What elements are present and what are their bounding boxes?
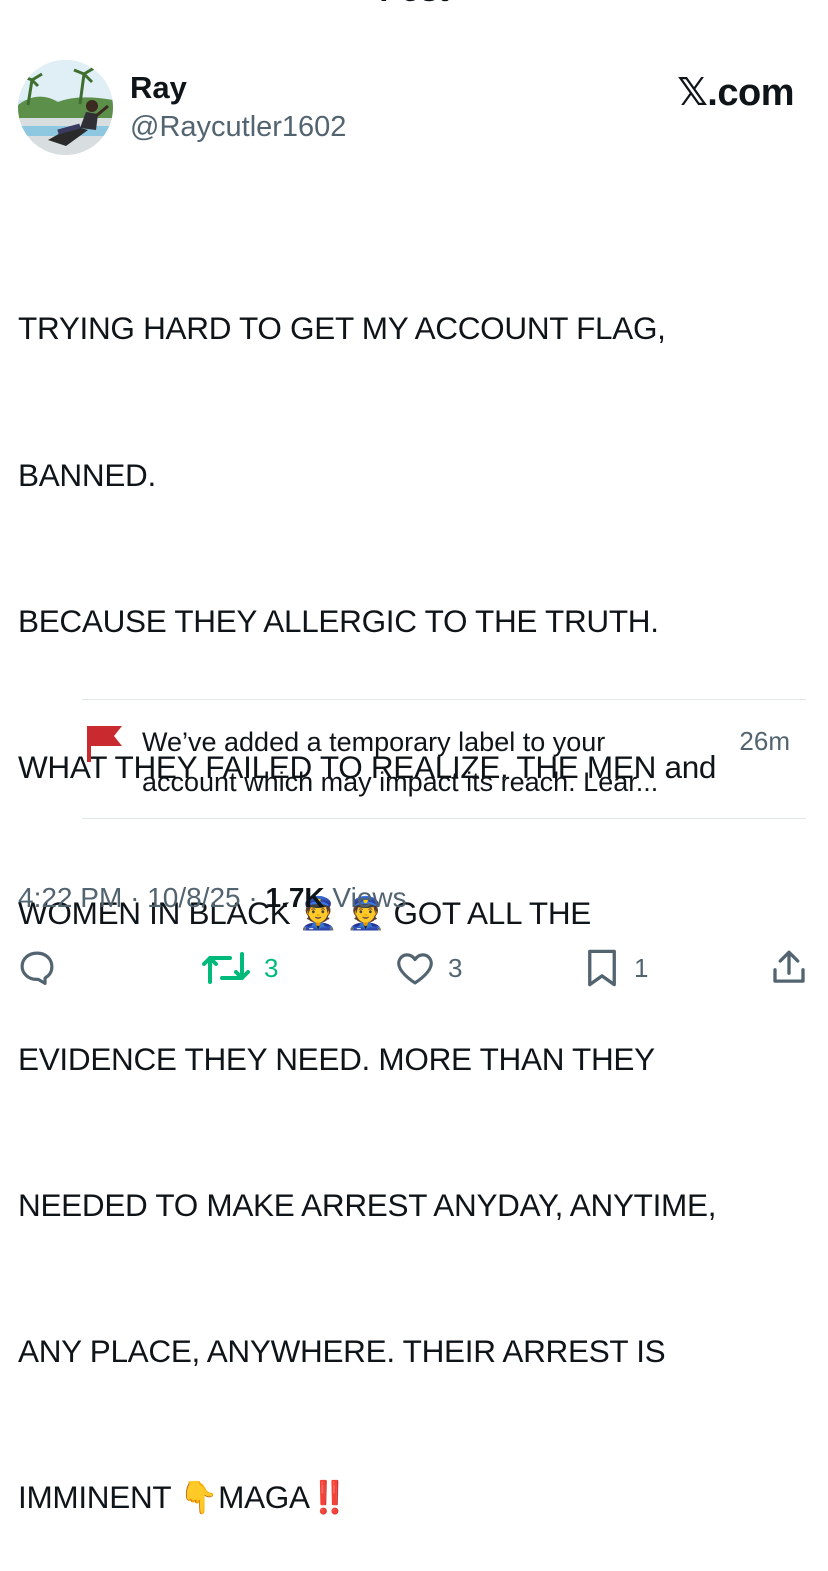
views-label: Views — [332, 882, 407, 913]
post-line: TRYING HARD TO GET MY ACCOUNT FLAG, — [18, 310, 666, 347]
post-meta: 4:22 PM · 10/8/25 · 1.7K Views — [18, 878, 407, 918]
meta-separator: · — [130, 882, 148, 913]
top-bar: Post — [0, 0, 828, 8]
reply-icon — [20, 951, 54, 985]
post-date: 10/8/25 — [147, 882, 241, 913]
account-label-notice[interactable]: We’ve added a temporary label to your ac… — [82, 716, 806, 806]
post-line: BANNED. — [18, 456, 156, 493]
action-bar: 3 3 1 — [0, 944, 828, 994]
like-count: 3 — [448, 952, 463, 983]
post-line: BECAUSE THEY ALLERGIC TO THE TRUTH. — [18, 602, 659, 639]
reply-button[interactable] — [16, 944, 58, 992]
flag-icon — [87, 726, 122, 762]
like-button[interactable]: 3 — [394, 944, 462, 992]
notice-time: 26m — [739, 726, 790, 756]
meta-separator: · — [248, 882, 266, 913]
post-line: ANY PLACE, ANYWHERE. THEIR ARREST IS — [18, 1333, 666, 1370]
post-time: 4:22 PM — [18, 882, 123, 913]
repost-icon — [202, 952, 250, 984]
brand-logo: 𝕏.com — [677, 72, 794, 114]
views-count: 1.7K — [265, 882, 325, 913]
avatar[interactable] — [18, 60, 113, 155]
bookmark-count: 1 — [634, 952, 649, 983]
share-icon — [773, 950, 805, 983]
repost-count: 3 — [264, 952, 279, 983]
repost-button[interactable]: 3 — [200, 944, 278, 992]
post-line: IMMINENT 👇MAGA‼️ — [18, 1479, 349, 1516]
page-title: Post — [0, 0, 828, 8]
author-name[interactable]: Ray — [130, 70, 187, 106]
post-line: EVIDENCE THEY NEED. MORE THAN THEY — [18, 1040, 655, 1077]
notice-text-line: We’ve added a temporary label to your — [142, 727, 606, 757]
bookmark-icon — [588, 949, 616, 987]
notice-top-divider — [82, 699, 806, 700]
notice-bottom-divider — [82, 818, 806, 819]
bookmark-button[interactable]: 1 — [582, 944, 648, 992]
post-line: NEEDED TO MAKE ARREST ANYDAY, ANYTIME, — [18, 1187, 717, 1224]
heart-icon — [397, 953, 433, 985]
notice-text-line: account which may impact its reach. Lear… — [142, 767, 659, 797]
author-handle[interactable]: @Raycutler1602 — [130, 110, 346, 144]
notice-text: We’ve added a temporary label to your ac… — [142, 722, 702, 802]
share-button[interactable] — [768, 944, 810, 992]
